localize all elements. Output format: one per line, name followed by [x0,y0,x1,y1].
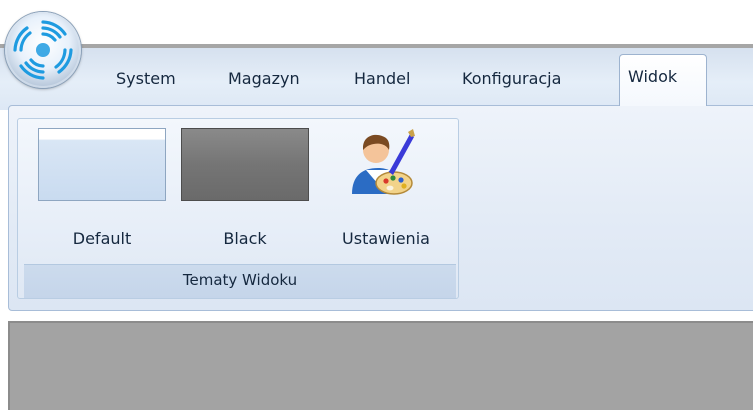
default-theme-label: Default [72,229,132,248]
black-theme-label: Black [223,229,267,248]
tab-widok[interactable]: Widok [619,54,707,106]
theme-black-preview [181,128,309,201]
tab-magazyn[interactable]: Magazyn [228,59,300,99]
user-palette-icon [352,129,415,195]
title-strip [0,0,753,48]
ustawienia-label: Ustawienia [342,229,430,248]
work-area [8,321,753,410]
tab-handel[interactable]: Handel [354,59,410,99]
tab-system[interactable]: System [116,59,176,99]
application-orb-icon [7,14,79,86]
tab-konfiguracja[interactable]: Konfiguracja [462,59,561,99]
theme-default-preview [38,128,166,201]
group-caption: Tematy Widoku [24,264,456,298]
window-left-edge [0,313,8,410]
application-orb-button[interactable] [5,12,81,88]
